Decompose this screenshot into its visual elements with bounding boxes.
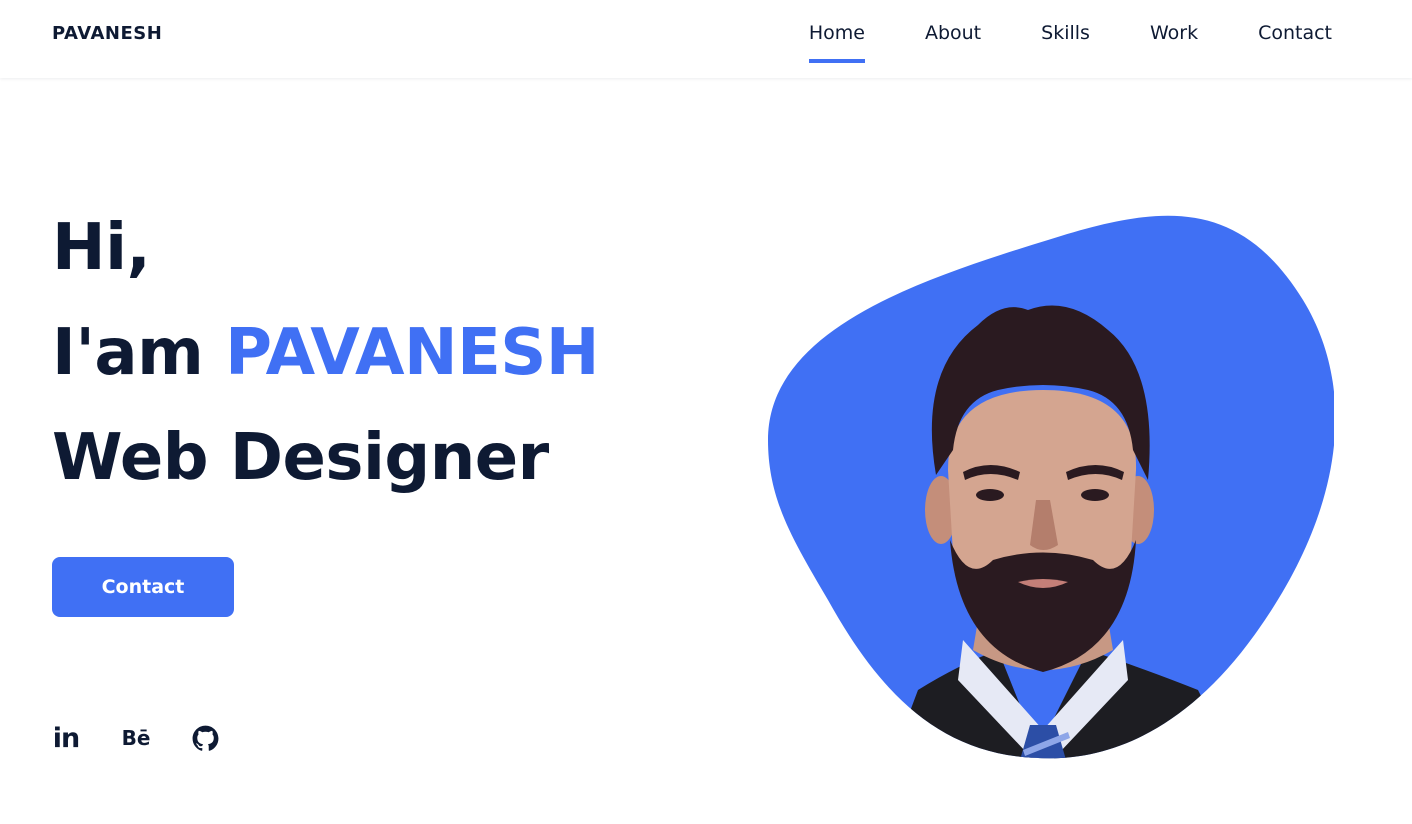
site-header: PAVANESH Home About Skills Work Contact — [0, 0, 1412, 78]
nav-home[interactable]: Home — [808, 0, 865, 63]
hero-intro: Hi, I'am PAVANESH Web Designer — [52, 196, 599, 511]
contact-button[interactable]: Contact — [52, 557, 234, 617]
hero-intro-line: I'am PAVANESH — [52, 301, 599, 406]
nav-contact[interactable]: Contact — [1258, 0, 1332, 44]
logo[interactable]: PAVANESH — [52, 23, 162, 44]
nav-work[interactable]: Work — [1150, 0, 1198, 44]
nav-skills[interactable]: Skills — [1041, 0, 1090, 44]
nav-about[interactable]: About — [925, 0, 981, 44]
nav-work-label: Work — [1149, 22, 1199, 44]
profile-image-container — [768, 210, 1336, 760]
github-icon-glyph — [192, 725, 219, 751]
hero-name: PAVANESH — [225, 316, 599, 390]
nav-skills-label: Skills — [1041, 22, 1090, 44]
main-nav: Home About Skills Work Contact — [808, 0, 1332, 78]
active-nav-indicator — [808, 59, 865, 63]
profile-photo — [768, 215, 1336, 759]
hero-intro-prefix: I'am — [52, 316, 226, 390]
hero-role: Web Designer — [52, 421, 549, 495]
github-icon[interactable] — [192, 725, 219, 752]
behance-icon[interactable]: Bē — [122, 726, 151, 750]
linkedin-icon[interactable]: in — [52, 723, 80, 754]
hero-greeting: Hi, — [52, 211, 151, 285]
nav-about-label: About — [924, 22, 982, 44]
nav-home-label: Home — [808, 22, 865, 44]
social-links: in Bē — [52, 718, 261, 758]
nav-contact-label: Contact — [1258, 22, 1332, 44]
